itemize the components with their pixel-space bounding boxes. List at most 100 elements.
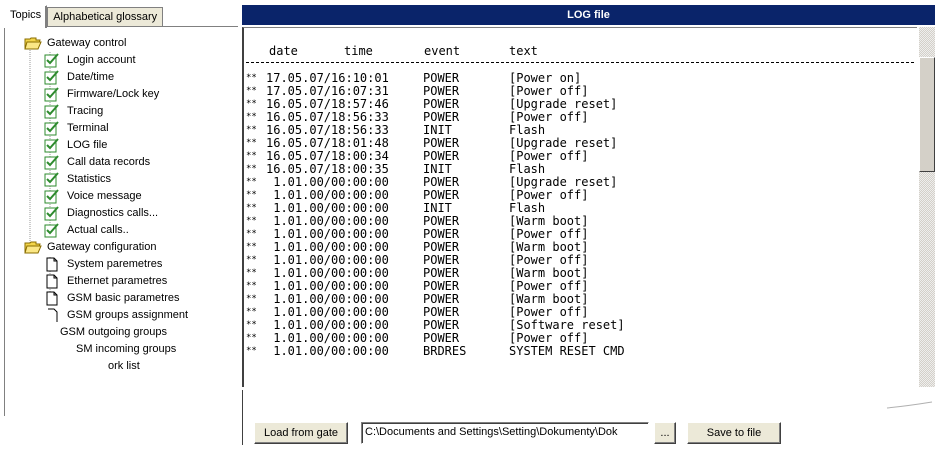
log-row-marker: ** bbox=[246, 333, 257, 343]
log-row-datetime: 1.01.00/00:00:00 bbox=[266, 344, 389, 358]
tree-node-label: GSM basic parametres bbox=[67, 292, 180, 304]
tree-node-label: SM incoming groups bbox=[76, 343, 177, 355]
log-toolbar: Load from gate C:\Documents and Settings… bbox=[242, 390, 935, 445]
green-check-page-icon bbox=[44, 172, 60, 187]
tree-node-actual-calls[interactable]: Actual calls.. bbox=[0, 222, 220, 239]
log-row-marker: ** bbox=[246, 164, 257, 174]
tree-node-ethernet-parametres[interactable]: Ethernet parametres bbox=[0, 273, 220, 290]
tree-node-call-data-records[interactable]: Call data records bbox=[0, 154, 220, 171]
log-row-marker: ** bbox=[246, 268, 257, 278]
tree-node-gsm-incoming-groups[interactable]: SM incoming groups bbox=[0, 341, 220, 358]
tree-node-system-parametres[interactable]: System paremetres bbox=[0, 256, 220, 273]
page-icon bbox=[44, 257, 60, 272]
tree-node-network-list[interactable]: ork list bbox=[0, 358, 220, 375]
log-file-path-input[interactable]: C:\Documents and Settings\Setting\Dokume… bbox=[361, 422, 649, 444]
tree-node-label: System paremetres bbox=[67, 258, 163, 270]
tree-node-voice-message[interactable]: Voice message bbox=[0, 188, 220, 205]
green-check-page-icon bbox=[44, 223, 60, 238]
log-row-marker: ** bbox=[246, 190, 257, 200]
log-row-marker: ** bbox=[246, 307, 257, 317]
log-row-text: SYSTEM RESET CMD bbox=[509, 344, 625, 358]
tree-node-tracing[interactable]: Tracing bbox=[0, 103, 220, 120]
green-check-page-icon bbox=[44, 70, 60, 85]
page-icon bbox=[44, 274, 60, 289]
log-row-event: BRDRES bbox=[423, 344, 467, 358]
log-row-marker: ** bbox=[246, 112, 257, 122]
log-row-marker: ** bbox=[246, 255, 257, 265]
green-check-page-icon bbox=[44, 206, 60, 221]
tree-node-label: GSM outgoing groups bbox=[60, 326, 168, 338]
log-vertical-scrollbar[interactable] bbox=[919, 27, 935, 387]
tree-node-label: Actual calls.. bbox=[67, 224, 129, 236]
tree-node-label: Date/time bbox=[67, 71, 115, 83]
help-navigation-panel: Topics Alphabetical glossary Gateway con… bbox=[0, 0, 240, 451]
tab-topics[interactable]: Topics bbox=[4, 5, 48, 28]
open-folder-icon bbox=[24, 36, 42, 51]
log-row-marker: ** bbox=[246, 229, 257, 239]
header-time: time bbox=[344, 44, 373, 58]
log-row-marker: ** bbox=[246, 125, 257, 135]
tree-node-log-file[interactable]: LOG file bbox=[0, 137, 220, 154]
tree-node-label: Firmware/Lock key bbox=[67, 88, 160, 100]
scrollbar-thumb[interactable] bbox=[919, 57, 935, 172]
tree-node-label: Call data records bbox=[67, 156, 151, 168]
page-icon bbox=[44, 291, 60, 306]
green-check-page-icon bbox=[44, 121, 60, 136]
log-text-area[interactable]: date time event text ** 17.05.07/16:10:01… bbox=[242, 27, 917, 387]
tree-node-label: GSM groups assignment bbox=[67, 309, 189, 321]
log-row-marker: ** bbox=[246, 177, 257, 187]
log-row-marker: ** bbox=[246, 346, 257, 356]
tree-node-label: ork list bbox=[108, 360, 140, 372]
tree-node-terminal[interactable]: Terminal bbox=[0, 120, 220, 137]
log-row-marker: ** bbox=[246, 281, 257, 291]
log-row-marker: ** bbox=[246, 73, 257, 83]
tree-node-date-time[interactable]: Date/time bbox=[0, 69, 220, 86]
tree-node-statistics[interactable]: Statistics bbox=[0, 171, 220, 188]
tree-node-label: Voice message bbox=[67, 190, 142, 202]
log-row-marker: ** bbox=[246, 99, 257, 109]
header-text: text bbox=[509, 44, 538, 58]
tree-node-firmware-lock-key[interactable]: Firmware/Lock key bbox=[0, 86, 220, 103]
tree-node-login-account[interactable]: Login account bbox=[0, 52, 220, 69]
green-check-page-icon bbox=[44, 53, 60, 68]
page-corner-icon bbox=[44, 308, 60, 323]
tree-node-gateway-configuration[interactable]: Gateway configuration bbox=[0, 239, 220, 256]
tree-node-label: Gateway control bbox=[47, 37, 127, 49]
header-date: date bbox=[269, 44, 298, 58]
tree-node-label: Gateway configuration bbox=[47, 241, 157, 253]
green-check-page-icon bbox=[44, 104, 60, 119]
tree-node-label: Tracing bbox=[67, 105, 104, 117]
tree-node-label: Diagnostics calls... bbox=[67, 207, 159, 219]
log-row-marker: ** bbox=[246, 138, 257, 148]
topics-tree: Gateway control Login account Date/time … bbox=[14, 35, 234, 375]
save-to-file-button[interactable]: Save to file bbox=[687, 422, 781, 444]
green-check-page-icon bbox=[44, 138, 60, 153]
tree-node-diagnostics-calls[interactable]: Diagnostics calls... bbox=[0, 205, 220, 222]
tree-node-label: Ethernet parametres bbox=[67, 275, 168, 287]
header-separator bbox=[246, 62, 914, 63]
tree-node-gsm-basic-parametres[interactable]: GSM basic parametres bbox=[0, 290, 220, 307]
log-row-marker: ** bbox=[246, 294, 257, 304]
log-row: ** 1.01.00/00:00:00 BRDRES SYSTEM RESET CM… bbox=[244, 345, 917, 358]
tree-node-gsm-groups-assignment[interactable]: GSM groups assignment bbox=[0, 307, 220, 324]
load-from-gate-button[interactable]: Load from gate bbox=[254, 422, 348, 444]
log-column-headers: date time event text bbox=[244, 44, 917, 58]
panel-title: LOG file bbox=[242, 5, 935, 25]
log-row-marker: ** bbox=[246, 216, 257, 226]
log-row-marker: ** bbox=[246, 203, 257, 213]
tree-node-label: Terminal bbox=[67, 122, 109, 134]
tree-node-gsm-outgoing-groups[interactable]: GSM outgoing groups bbox=[0, 324, 220, 341]
tree-node-gateway-control[interactable]: Gateway control bbox=[0, 35, 220, 52]
green-check-page-icon bbox=[44, 155, 60, 170]
log-lines: ** 17.05.07/16:10:01 POWER [Power on] ** 17.0… bbox=[244, 72, 917, 358]
open-folder-icon bbox=[24, 240, 42, 255]
tree-node-label: Statistics bbox=[67, 173, 112, 185]
log-row-marker: ** bbox=[246, 320, 257, 330]
browse-button[interactable]: ... bbox=[654, 422, 676, 444]
log-row-marker: ** bbox=[246, 242, 257, 252]
header-event: event bbox=[424, 44, 461, 58]
green-check-page-icon bbox=[44, 87, 60, 102]
log-file-panel: LOG file date time event text ** 17.05.07… bbox=[240, 0, 937, 451]
log-row-marker: ** bbox=[246, 86, 257, 96]
tree-node-label: LOG file bbox=[67, 139, 108, 151]
